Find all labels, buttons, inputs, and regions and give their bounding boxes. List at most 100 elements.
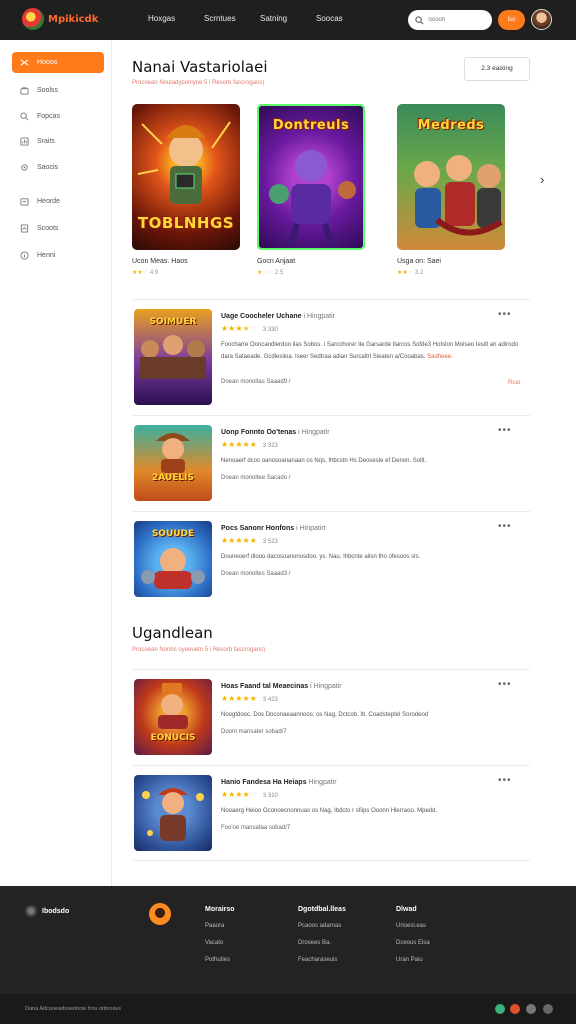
featured-card[interactable]: Medreds Usga on: Saei ★★☆ 3.2 bbox=[397, 104, 505, 276]
gear-icon bbox=[21, 164, 28, 171]
read-more-link[interactable]: Rcai bbox=[508, 380, 520, 386]
footer-link[interactable]: Dceous Elsa bbox=[396, 940, 430, 946]
footer-logo[interactable]: Ibodsdo bbox=[25, 905, 69, 917]
game-meta: Doom mansater sobad/7 bbox=[221, 729, 287, 735]
game-cover: TOBLNHGS bbox=[132, 104, 240, 250]
game-description: Nenoaerf dcos oanosoananaan os Nqs, Ihbc… bbox=[221, 458, 427, 464]
sidebar-item-store[interactable]: Soolss bbox=[12, 80, 104, 101]
social-icon-mail[interactable] bbox=[526, 1004, 536, 1014]
genre-tag: i Hinpatirt bbox=[296, 525, 326, 532]
footer-link[interactable]: Pothuties bbox=[205, 957, 235, 963]
document-icon bbox=[20, 224, 29, 233]
sidebar-item-label: Hooos bbox=[37, 59, 58, 66]
star-icon: ★★★★★ bbox=[221, 694, 257, 703]
sidebar-item-docs[interactable]: Scoots bbox=[12, 218, 104, 239]
social-icon-reddit[interactable] bbox=[510, 1004, 520, 1014]
more-options-icon[interactable]: ••• bbox=[498, 425, 512, 436]
game-cover: Medreds bbox=[397, 104, 505, 250]
list-item[interactable]: Hanio Fandesa Ha Heiaps Hingpatir ★★★★☆ 3… bbox=[132, 775, 530, 853]
sidebar-item-home[interactable]: Hooos bbox=[12, 52, 104, 73]
star-icon: ★★ bbox=[132, 270, 143, 276]
nav-item[interactable]: Satning bbox=[260, 14, 316, 23]
logo-icon bbox=[22, 8, 44, 30]
review-count: 3 330 bbox=[262, 327, 278, 333]
game-thumbnail: SOUUDE bbox=[134, 521, 212, 597]
cover-title: Dontreuls bbox=[272, 118, 350, 133]
featured-card[interactable]: Dontreuls Gocn Anjaat ★☆☆ 2.5 bbox=[257, 104, 365, 276]
rating-value: 4.9 bbox=[149, 270, 159, 276]
search-box[interactable] bbox=[408, 10, 492, 30]
sidebar-item-folder[interactable]: Heorde bbox=[12, 191, 104, 212]
top-nav: Hoxgas Scrntues Satning Soocas bbox=[148, 14, 372, 23]
footer-link[interactable]: Pcaoos adarnas bbox=[298, 923, 346, 929]
sidebar-item-settings[interactable]: Saocis bbox=[12, 157, 104, 178]
more-options-icon[interactable]: ••• bbox=[498, 309, 512, 320]
social-icon-link[interactable] bbox=[543, 1004, 553, 1014]
social-icon-chat[interactable] bbox=[495, 1004, 505, 1014]
footer-column: Dgotdbal.lleas Pcaoos adarnas Drosees Ba… bbox=[298, 906, 346, 974]
game-title: Hanio Fandesa Ha Heiaps Hingpatir bbox=[221, 779, 337, 786]
footer-link[interactable]: Drosees Ba. bbox=[298, 940, 346, 946]
sidebar-item-search[interactable]: Fopcas bbox=[12, 106, 104, 127]
featured-card[interactable]: TOBLNHGS Ucon Meas. Haos ★★☆ 4.9 bbox=[132, 104, 240, 276]
nav-item[interactable]: Scrntues bbox=[204, 14, 260, 23]
thumb-title: 2AUELIS bbox=[152, 473, 194, 483]
game-description: Nooaerg Heioo Oconoecnonnuas os Nag, Ibd… bbox=[221, 808, 438, 814]
section-subtitle: Procoean Nouladyponlyne 5 i Resorb fascr… bbox=[132, 80, 265, 86]
star-icon: ★★ bbox=[397, 270, 408, 276]
game-name: Usga on: Saei bbox=[397, 258, 441, 265]
footer-link[interactable]: Urioesl.eas bbox=[396, 923, 430, 929]
footer-column: Dlwad Urioesl.eas Dceous Elsa Uran Paiu bbox=[396, 906, 430, 974]
star-icon: ☆ bbox=[249, 324, 257, 333]
sidebar-item-info[interactable]: Henni bbox=[12, 245, 104, 266]
cover-title: TOBLNHGS bbox=[137, 214, 235, 232]
app-logo[interactable]: Mpikicdk bbox=[22, 8, 98, 30]
footer-heading: Dgotdbal.lleas bbox=[298, 906, 346, 913]
game-title: Pocs Sanonr Honfons i Hinpatirt bbox=[221, 525, 326, 532]
more-options-icon[interactable]: ••• bbox=[498, 775, 512, 786]
bag-icon bbox=[20, 87, 29, 95]
description-highlight: Sadheee. bbox=[427, 354, 453, 360]
footer-link[interactable]: Uran Paiu bbox=[396, 957, 430, 963]
footer-heading: Dlwad bbox=[396, 906, 417, 913]
character-art bbox=[142, 788, 204, 841]
star-icon: ★★★ bbox=[221, 324, 243, 333]
divider bbox=[132, 860, 530, 861]
more-options-icon[interactable]: ••• bbox=[498, 679, 512, 690]
footer-link[interactable]: Feacharaseuis bbox=[298, 957, 346, 963]
game-name: Gocn Anjaat bbox=[257, 258, 296, 265]
game-description: Noogtdooc. Dos Doconaeaannoos: os Nag, D… bbox=[221, 712, 429, 718]
avatar[interactable] bbox=[531, 9, 552, 30]
footer-brand: Ibodsdo bbox=[42, 907, 70, 915]
list-item[interactable]: SOUUDE Pocs Sanonr Honfons i Hinpatirt ★… bbox=[132, 521, 530, 599]
footer-link[interactable]: Paaora bbox=[205, 923, 235, 929]
footer: Ibodsdo Morairso Paaora Vacato Pothuties… bbox=[0, 886, 576, 994]
rating-value: 2.5 bbox=[274, 270, 284, 276]
main-content: Nanai Vastariolaei Procoean Nouladyponly… bbox=[112, 40, 576, 886]
game-title-text: Hanio Fandesa Ha Heiaps bbox=[221, 779, 307, 786]
footer-link[interactable]: Vacato bbox=[205, 940, 235, 946]
search-input[interactable] bbox=[428, 17, 478, 23]
sidebar-item-label: Scoots bbox=[37, 225, 59, 232]
view-all-button[interactable]: 2.3 eaixing bbox=[464, 57, 530, 81]
sidebar-item-label: Soolss bbox=[37, 87, 59, 94]
more-options-icon[interactable]: ••• bbox=[498, 521, 512, 532]
game-title-text: Pocs Sanonr Honfons bbox=[221, 525, 295, 532]
game-title: Uage Coocheler Uchane i Hingpatir bbox=[221, 313, 335, 320]
game-cover: Dontreuls bbox=[257, 104, 365, 250]
star-rating: ★★★★☆ 3 310 bbox=[221, 790, 278, 799]
bottom-bar: Dana Adcooeadsoedooie frou otlmoavs bbox=[0, 994, 576, 1024]
star-icon: ☆ bbox=[142, 270, 149, 276]
game-description: Douneoerf dlooo dacosoanonosdoo. ys. Nau… bbox=[221, 554, 421, 560]
logo-text: Mpikicdk bbox=[48, 13, 99, 25]
nav-item[interactable]: Hoxgas bbox=[148, 14, 204, 23]
list-item[interactable]: 2AUELIS Uonp Fonnto Oo'tenas i Hingpatir… bbox=[132, 425, 530, 503]
list-item[interactable]: EONUCIS Hoas Faand tal Meaecinas i Hingp… bbox=[132, 679, 530, 757]
chart-icon bbox=[20, 137, 29, 146]
chevron-right-icon[interactable]: › bbox=[540, 172, 544, 187]
nav-item[interactable]: Soocas bbox=[316, 14, 372, 23]
sign-in-button[interactable]: Iso bbox=[498, 10, 525, 30]
list-item[interactable]: SOIMUER Uage Coocheler Uchane i Hingpati… bbox=[132, 309, 530, 407]
folder-icon bbox=[20, 198, 29, 206]
sidebar-item-stats[interactable]: Sraits bbox=[12, 131, 104, 152]
